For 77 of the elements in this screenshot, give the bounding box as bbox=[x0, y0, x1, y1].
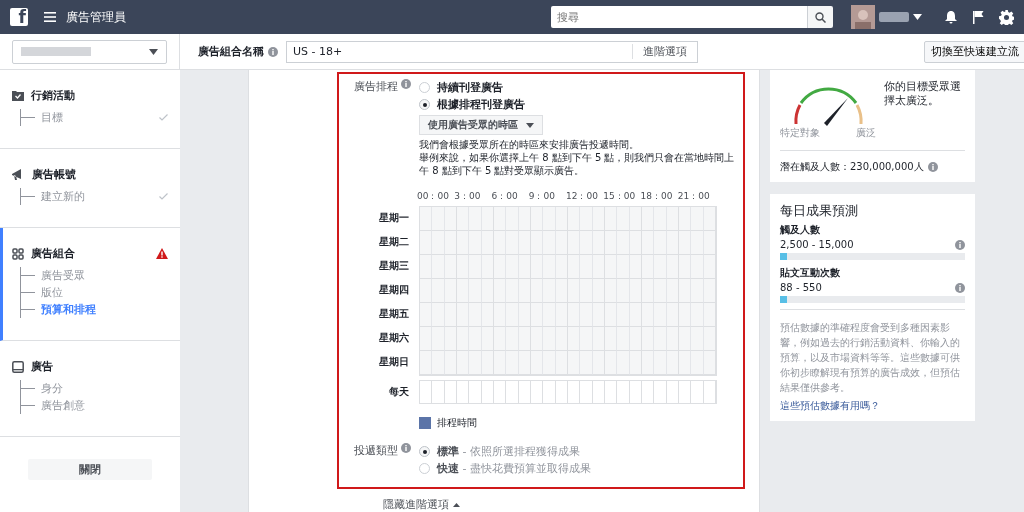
feedback-link[interactable]: 這些預估數據有用嗎？ bbox=[780, 399, 965, 413]
search-button[interactable] bbox=[807, 6, 833, 28]
caret-up-icon[interactable] bbox=[453, 502, 460, 507]
day-label: 星期六 bbox=[379, 331, 409, 345]
search-field[interactable]: 搜尋 bbox=[551, 6, 807, 28]
info-icon[interactable] bbox=[927, 162, 938, 172]
grid-icon bbox=[12, 247, 24, 260]
note-text: 預估數據的準確程度會受到多種因素影響，例如過去的行銷活動資料、你輸入的預算，以及市場資料等等。這些數據可供你初步瞭解現有預算的廣告成效，但預估結果僅供參考。 bbox=[780, 309, 965, 395]
day-label: 星期三 bbox=[379, 259, 409, 273]
radio-label[interactable]: 標準 - 依照所選排程獲得成果 bbox=[437, 444, 580, 459]
hour-label: 15：00 bbox=[603, 190, 636, 203]
blurred-name bbox=[879, 12, 909, 22]
radio-label[interactable]: 持續刊登廣告 bbox=[437, 80, 503, 95]
menu-icon[interactable] bbox=[44, 12, 56, 22]
avatar[interactable] bbox=[851, 5, 875, 29]
settings-icon[interactable] bbox=[999, 9, 1014, 25]
field-label: 投遞類型 bbox=[354, 443, 398, 458]
flag-icon[interactable] bbox=[972, 10, 985, 24]
radio-label[interactable]: 根據排程刊登廣告 bbox=[437, 97, 525, 112]
caret-icon[interactable] bbox=[913, 14, 922, 20]
app-title: 廣告管理員 bbox=[66, 8, 126, 26]
info-icon[interactable] bbox=[401, 443, 411, 453]
radio-button[interactable] bbox=[419, 463, 430, 474]
switch-button[interactable]: 切換至快速建立流 bbox=[924, 40, 1024, 63]
radio-button[interactable] bbox=[419, 99, 430, 110]
metric-value: 88 - 550 bbox=[780, 282, 822, 293]
folder-icon bbox=[12, 90, 24, 101]
day-label: 星期二 bbox=[379, 235, 409, 249]
section-title: 行銷活動 bbox=[31, 88, 76, 103]
hour-label: 9：00 bbox=[528, 190, 555, 203]
radio-button[interactable] bbox=[419, 446, 430, 457]
card-title: 每日成果預測 bbox=[780, 202, 859, 220]
day-label: 星期五 bbox=[379, 307, 409, 321]
sidebar-item[interactable]: 預算和排程 bbox=[41, 302, 168, 317]
radio-label[interactable]: 快速 - 盡快花費預算並取得成果 bbox=[437, 461, 591, 476]
section-title: 廣告帳號 bbox=[32, 167, 77, 182]
tablet-icon bbox=[12, 360, 24, 373]
search-icon bbox=[815, 11, 826, 23]
caret-icon[interactable] bbox=[149, 48, 158, 55]
hour-label: 6：00 bbox=[491, 190, 518, 203]
hour-label: 00：00 bbox=[417, 190, 449, 203]
bell-icon[interactable] bbox=[944, 10, 958, 24]
day-label: 星期日 bbox=[379, 355, 409, 369]
description-text: 舉例來說，如果你選擇上午 8 點到下午 5 點，則我們只會在當地時間上午 8 點到下午 5 點對受眾顯示廣告。 bbox=[419, 151, 736, 177]
metric-value: 2,500 - 15,000 bbox=[780, 239, 854, 250]
name-field[interactable]: US - 18+ 進階選項 bbox=[286, 40, 698, 63]
caret-icon[interactable] bbox=[526, 122, 534, 128]
hide-advanced-link[interactable]: 隱藏進階選項 bbox=[383, 497, 449, 512]
info-icon[interactable] bbox=[401, 79, 411, 89]
hour-label: 21：00 bbox=[677, 190, 710, 203]
hour-label: 3：00 bbox=[454, 190, 481, 203]
legend-swatch bbox=[419, 417, 431, 429]
day-label: 星期一 bbox=[379, 211, 409, 225]
day-label: 星期四 bbox=[379, 283, 409, 297]
timezone-dropdown[interactable]: 使用廣告受眾的時區 bbox=[419, 115, 543, 135]
gauge-label: 廣泛 bbox=[856, 126, 876, 140]
info-icon[interactable] bbox=[268, 46, 278, 57]
hour-label: 18：00 bbox=[640, 190, 673, 203]
advanced-options-link[interactable]: 進階選項 bbox=[632, 44, 697, 59]
section-title: 廣告 bbox=[31, 359, 54, 374]
close-button[interactable]: 關閉 bbox=[28, 459, 152, 480]
field-label: 廣告組合名稱 bbox=[198, 44, 264, 59]
audience-message: 你的目標受眾選擇太廣泛。 bbox=[884, 79, 962, 109]
day-label: 每天 bbox=[388, 385, 410, 399]
section-title: 廣告組合 bbox=[31, 246, 76, 261]
reach-text: 潛在觸及人數：230,000,000人 bbox=[780, 160, 924, 174]
logo[interactable]: f bbox=[10, 8, 28, 26]
metric-label: 貼文互動次數 bbox=[780, 266, 841, 280]
info-icon[interactable] bbox=[955, 282, 965, 293]
hour-label: 12：00 bbox=[566, 190, 598, 203]
legend-label: 排程時間 bbox=[437, 416, 477, 430]
gauge-label: 特定對象 bbox=[780, 126, 820, 140]
field-label: 廣告排程 bbox=[354, 79, 398, 94]
info-icon[interactable] bbox=[955, 239, 965, 250]
radio-button[interactable] bbox=[419, 82, 430, 93]
description-text: 我們會根據受眾所在的時區來安排廣告投遞時間。 bbox=[419, 138, 640, 151]
metric-label: 觸及人數 bbox=[780, 223, 821, 237]
